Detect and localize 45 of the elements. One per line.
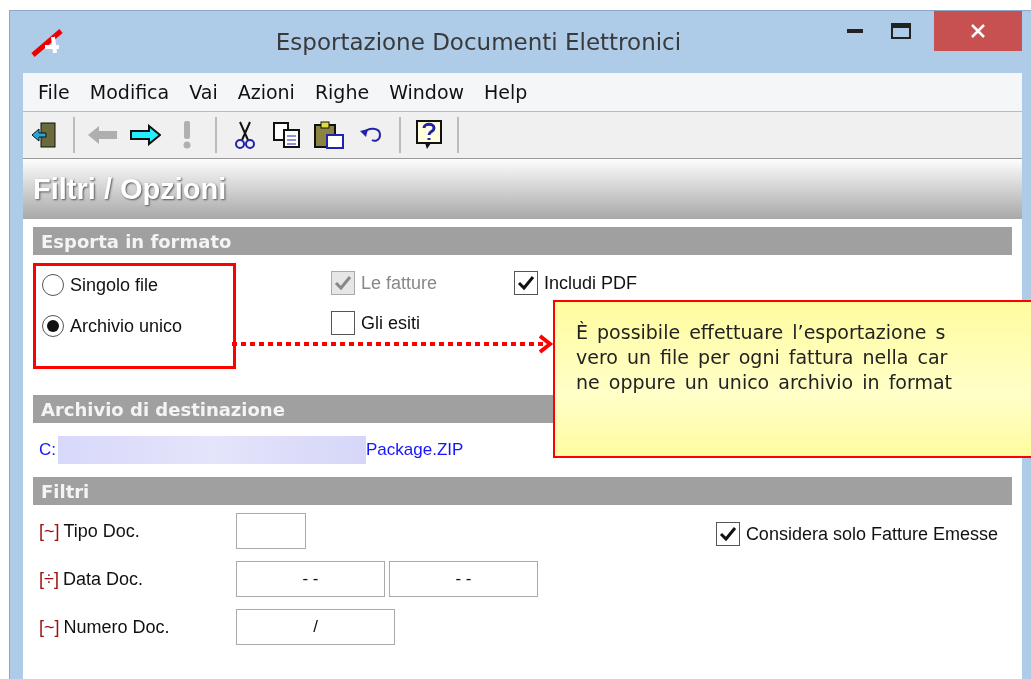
app-logo [31, 27, 65, 57]
input-field[interactable]: - - [389, 561, 538, 597]
menu-item[interactable]: Help [475, 81, 537, 103]
radio-option[interactable]: Archivio unico [42, 313, 233, 339]
callout-text: È possibile effettuare l’esportazione s [576, 320, 947, 345]
input-field[interactable]: - - [236, 561, 385, 597]
scissors-icon [235, 120, 255, 150]
exclamation-icon [182, 120, 192, 150]
menu-item[interactable]: Window [380, 81, 474, 103]
section-header: Esporta in formato [33, 227, 1012, 255]
menu-item[interactable]: Modifica [80, 81, 179, 103]
menu-item[interactable]: Vai [180, 81, 227, 103]
menu-item[interactable]: Righe [305, 81, 379, 103]
radio-button[interactable] [42, 315, 64, 337]
left-arrow-icon [87, 124, 119, 146]
maximize-icon [891, 23, 911, 39]
checkbox[interactable] [514, 271, 538, 295]
input-field[interactable] [236, 513, 306, 549]
menu-item[interactable]: Azioni [228, 81, 304, 103]
checkbox-option[interactable]: Considera solo Fatture Emesse [715, 521, 998, 547]
right-arrow-icon [129, 124, 161, 146]
window-title: Esportazione Documenti Elettronici [274, 29, 683, 55]
radio-option[interactable]: Singolo file [42, 272, 233, 298]
undo-icon [358, 125, 384, 145]
input-field[interactable]: / [236, 609, 395, 645]
filter-label: [÷] Data Doc. [39, 568, 144, 590]
path-text: Package.ZIP [366, 440, 464, 460]
checkbox[interactable] [715, 522, 740, 546]
copy-icon [272, 121, 302, 149]
filter-label: [~] Numero Doc. [39, 616, 171, 638]
path-text: C: [39, 440, 56, 460]
callout-text: ne oppure un unico archivio in format [576, 370, 954, 395]
checkbox-option[interactable]: Gli esiti [331, 310, 514, 336]
section-header: Filtri [33, 477, 1012, 505]
close-icon [970, 23, 986, 39]
minimize-icon [847, 29, 863, 33]
checkbox-option[interactable]: Includi PDF [514, 270, 638, 296]
checkbox[interactable] [331, 311, 355, 335]
callout-text: vero un file per ogni fattura nella car [576, 345, 949, 370]
clipboard-icon [313, 120, 345, 150]
panel-title: Filtri / Opzioni [33, 172, 227, 206]
filter-label: [~] Tipo Doc. [39, 520, 141, 542]
help-icon [415, 119, 443, 151]
radio-button[interactable] [42, 274, 64, 296]
menu-item[interactable]: File [29, 81, 79, 103]
